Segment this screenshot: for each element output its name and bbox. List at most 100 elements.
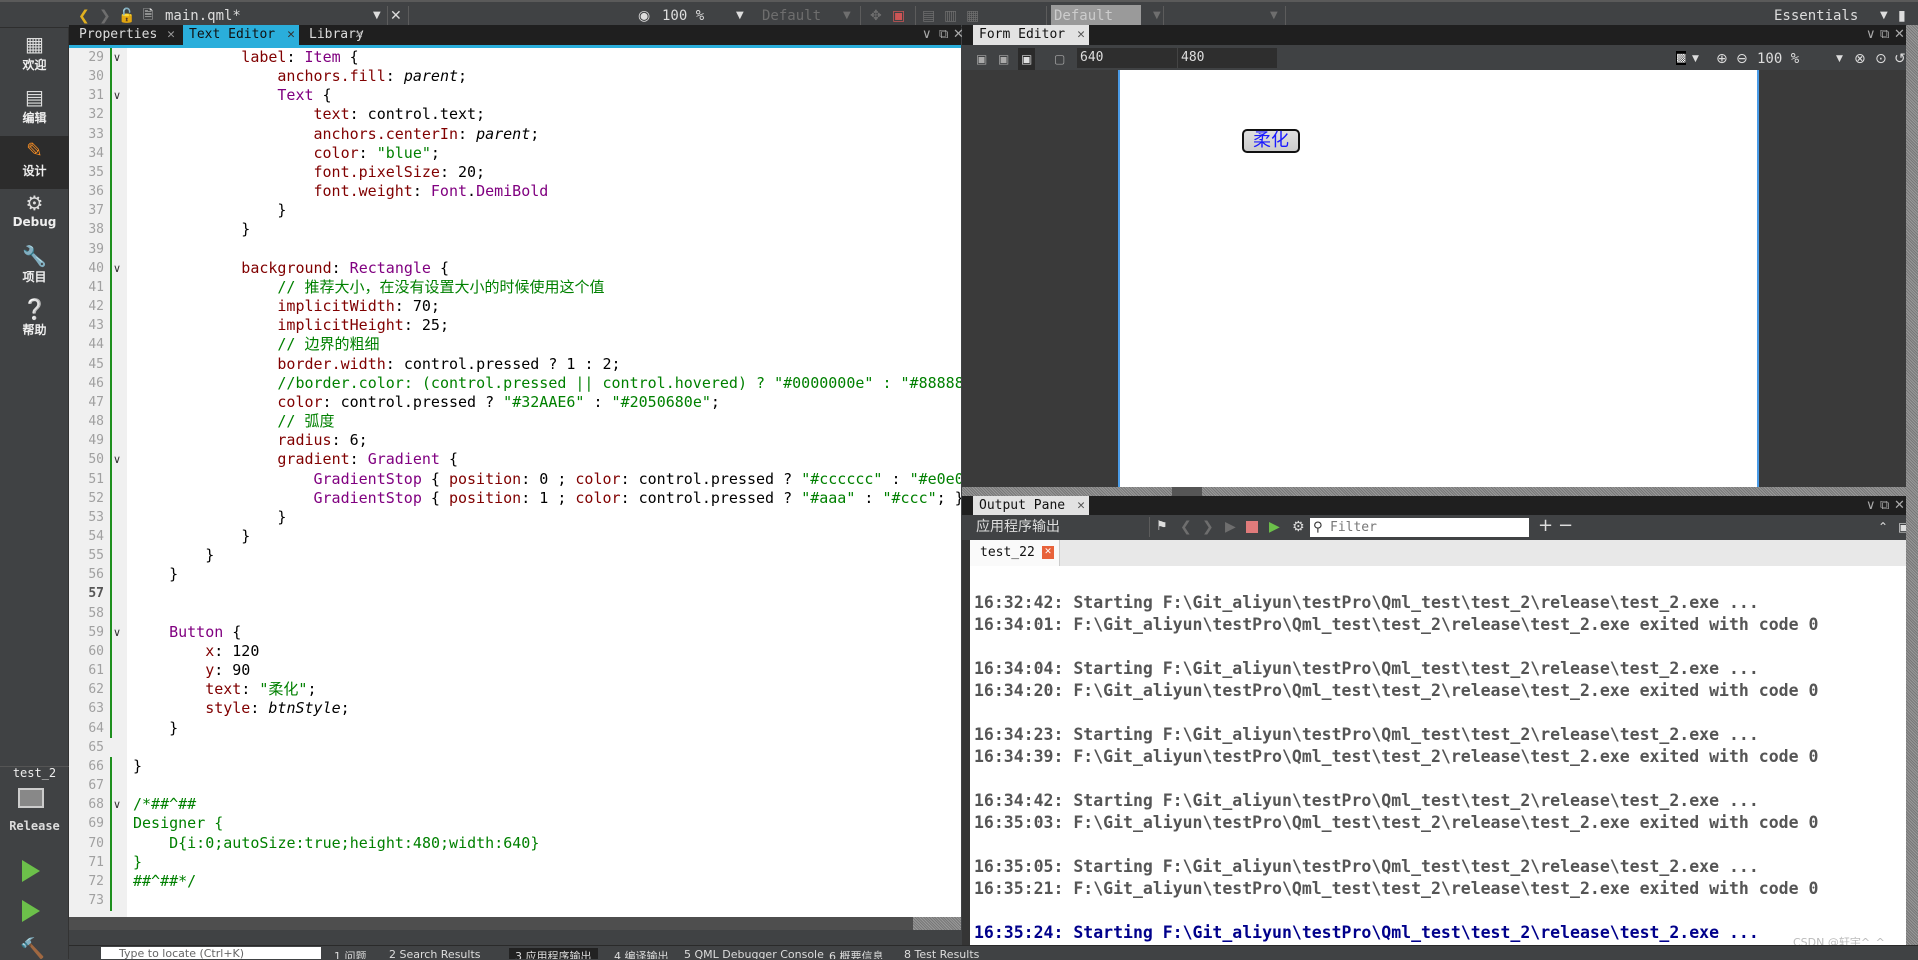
layout-grid-icon[interactable]: ▦ [966,5,979,27]
chevron-down-icon[interactable]: ∨ [1866,496,1876,516]
form-canvas[interactable]: 柔化 [1118,70,1759,487]
pane-button-issues[interactable]: 1 问题 [334,948,367,959]
clean-icon[interactable]: ⚑ [1156,516,1168,538]
sidebar-item-debug[interactable]: ⚙ Debug [0,189,69,242]
tab-form-editor[interactable]: Form Editor ✕ [973,25,1089,45]
pane-button-general-messages[interactable]: 6 概要信息 [829,948,884,959]
chevron-down-icon[interactable]: ▼ [1692,48,1699,70]
layout-vertical-icon[interactable]: ▥ [944,5,957,27]
sidebar-item-edit[interactable]: ▤ 编辑 [0,83,69,136]
chevron-down-icon[interactable]: ▼ [1880,5,1888,27]
debug-run-icon[interactable] [22,900,40,922]
float-icon[interactable]: ⧉ [1880,496,1889,516]
debug-attach-icon[interactable]: ▶ [1269,516,1280,538]
canvas-horizontal-scrollbar[interactable] [962,487,1906,496]
code-editor[interactable]: 29 ∨ 30 31 ∨ 32 33 34 35 36 37 38 39 40 ∨ 41 42 43 44 45 46 4… [69,45,961,917]
previous-icon[interactable]: ❮ [1180,516,1192,538]
gear-icon[interactable]: ⚙ [1292,516,1305,538]
sidebar-item-welcome[interactable]: ▦ 欢迎 [0,30,69,83]
stop-icon[interactable] [1246,521,1258,533]
monitor-icon[interactable] [18,788,44,808]
maximize-icon[interactable]: ⌃ [1878,516,1888,538]
preview-button[interactable]: 柔化 [1242,129,1300,153]
build-config[interactable]: Release [0,819,69,833]
close-icon[interactable]: ✕ [1042,546,1054,559]
fold-chevron-icon[interactable]: ∨ [113,86,121,105]
fold-chevron-icon[interactable]: ∨ [113,48,121,67]
tab-output-pane[interactable]: Output Pane ✕ [973,496,1089,515]
fold-chevron-icon[interactable]: ∨ [113,450,121,469]
workspace-combo[interactable]: Essentials [1774,5,1858,27]
filter-input[interactable]: ⚲ Filter [1310,518,1529,537]
forward-icon[interactable]: ❯ [99,5,111,27]
form-zoom-level[interactable]: 100 % [1757,48,1799,70]
float-icon[interactable]: ⧉ [939,25,948,45]
chevron-down-icon[interactable]: ▼ [1270,5,1278,27]
background-color-icon[interactable]: ▩ [1676,51,1687,65]
scrollbar-handle[interactable] [1172,487,1202,496]
rerun-icon[interactable]: ▶ [1225,516,1236,538]
zoom-out-font-icon[interactable]: − [1558,515,1573,537]
chevron-down-icon[interactable]: ∨ [922,25,932,45]
zoom-fit-icon[interactable]: ⊗ [1854,48,1866,70]
close-icon[interactable]: ✕ [167,25,175,45]
layout-horizontal-icon[interactable]: ▤ [922,5,935,27]
style-combo[interactable]: Default [762,5,821,27]
file-selector[interactable]: main.qml* [165,5,241,27]
sidebar-item-projects[interactable]: 🔧 项目 [0,242,69,295]
zoom-out-icon[interactable]: ⊖ [1736,48,1748,70]
pane-button-search-results[interactable]: 2 Search Results [389,948,481,959]
tab-text-editor[interactable]: Text Editor ✕ [183,25,299,45]
width-input[interactable]: 640 [1077,48,1177,68]
pane-button-app-output[interactable]: 3 应用程序输出 [509,948,598,959]
next-icon[interactable]: ❯ [1202,516,1214,538]
zoom-in-icon[interactable]: ⊕ [1716,48,1728,70]
close-document-icon[interactable]: ✕ [390,5,402,27]
move-icon[interactable]: ✥ [870,5,882,27]
pane-button-compile-output[interactable]: 4 编译输出 [614,948,669,959]
chevron-down-icon[interactable]: ▼ [1836,48,1843,70]
chevron-down-icon[interactable]: ▼ [1153,5,1161,27]
horizontal-scrollbar[interactable] [69,917,961,930]
feedback-icon[interactable]: ▮ [1898,5,1906,27]
zoom-level[interactable]: 100 % [662,5,704,27]
show-bounds-icon[interactable]: ▢ [1054,48,1065,70]
reset-view-icon[interactable]: ↺ [1894,48,1906,70]
zoom-icon[interactable]: ◉ [638,5,650,27]
chevron-down-icon[interactable]: ∨ [1866,25,1876,45]
hammer-icon[interactable]: 🔨 [20,936,45,960]
no-snapping-icon[interactable]: ▣ [976,48,987,70]
zoom-in-font-icon[interactable]: + [1538,515,1553,537]
height-input[interactable]: 480 [1177,48,1277,68]
chevron-down-icon[interactable]: ▼ [736,5,744,27]
tab-library[interactable]: Library ✕ [303,25,367,45]
close-icon[interactable]: ✕ [1894,496,1905,516]
chevron-down-icon[interactable]: ▼ [843,5,851,27]
close-icon[interactable]: ✕ [1077,25,1085,45]
float-icon[interactable]: ⧉ [1880,25,1889,45]
tab-test-22[interactable]: test_22 ✕ [970,540,1060,566]
run-icon[interactable] [22,860,40,882]
pane-button-qml-console[interactable]: 5 QML Debugger Console [684,948,824,959]
pane-button-test-results[interactable]: 8 Test Results [904,948,979,959]
zoom-fit-selection-icon[interactable]: ⊙ [1875,48,1887,70]
code-token: } [133,756,143,775]
locator-input[interactable]: Type to locate (Ctrl+K) [101,947,321,959]
fold-chevron-icon[interactable]: ∨ [113,795,121,814]
snap-margins-icon[interactable]: ▣ [1018,48,1036,70]
snap-anchors-icon[interactable]: ▣ [998,48,1009,70]
close-icon[interactable]: ✕ [1077,496,1085,515]
chevron-down-icon[interactable]: ▼ [373,5,381,27]
application-output[interactable]: 16:32:42: Starting F:\Git_aliyun\testPro… [970,566,1906,945]
reset-icon[interactable]: ▣ [892,5,905,27]
sidebar-item-design[interactable]: ✎ 设计 [0,136,69,189]
tab-properties[interactable]: Properties ✕ [73,25,179,45]
sidebar-item-help[interactable]: ❔ 帮助 [0,295,69,348]
close-icon[interactable]: ✕ [287,25,295,45]
fold-chevron-icon[interactable]: ∨ [113,623,121,642]
back-icon[interactable]: ❮ [78,5,90,27]
theme-combo[interactable]: Default [1051,5,1141,27]
close-icon[interactable]: ✕ [355,25,363,45]
close-icon[interactable]: ✕ [1894,25,1905,45]
fold-chevron-icon[interactable]: ∨ [113,259,121,278]
